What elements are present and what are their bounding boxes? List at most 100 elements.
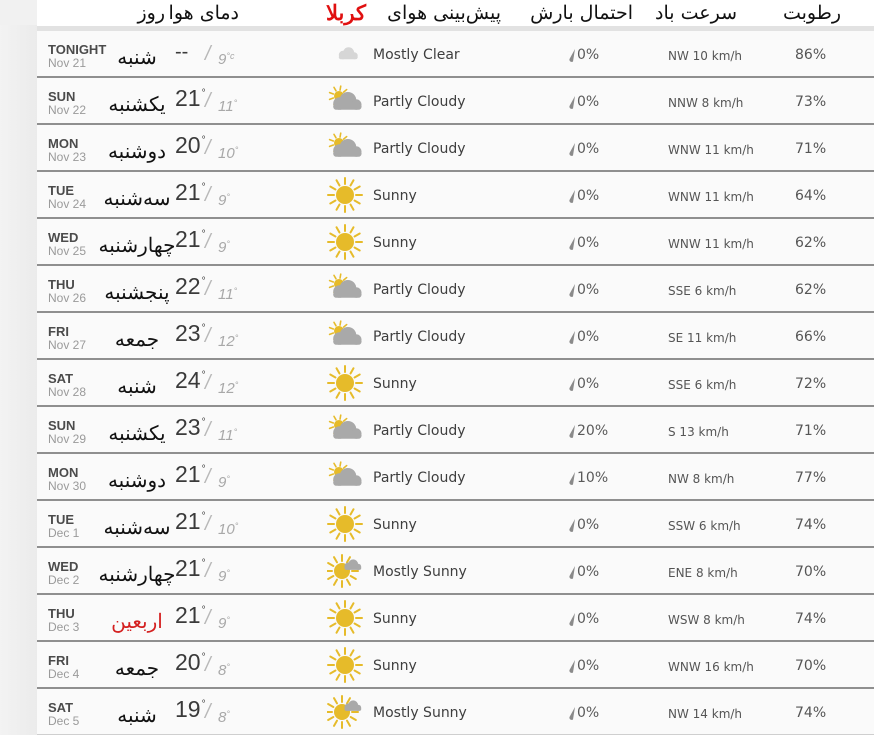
partly-cloudy-icon <box>327 318 363 354</box>
temp-separator: / <box>205 231 211 253</box>
forecast-row-11[interactable]: WED Dec 2 چهارشنبه 21° / 9° Mostly Sunny… <box>37 548 874 595</box>
low-temp: 11° <box>218 427 238 444</box>
raindrop-icon <box>568 236 576 250</box>
forecast-row-1[interactable]: SUN Nov 22 یکشنبه 21° / 11° Partly Cloud… <box>37 78 874 125</box>
degree-symbol: ° <box>234 380 239 390</box>
low-temp: 11° <box>218 286 238 303</box>
partly-cloudy-icon <box>327 83 363 119</box>
left-gutter <box>0 0 37 735</box>
high-temp: 21° <box>175 85 206 111</box>
forecast-row-4[interactable]: WED Nov 25 چهارشنبه 21° / 9° Sunny 0% WN… <box>37 219 874 266</box>
day-label: FRI <box>48 324 69 339</box>
wind-speed: NNW 8 km/h <box>668 96 744 110</box>
forecast-row-7[interactable]: SAT Nov 28 شنبه 24° / 12° Sunny 0% SSE 6… <box>37 360 874 407</box>
degree-symbol: ° <box>234 145 239 155</box>
degree-symbol: ° <box>226 615 230 625</box>
temp-separator: / <box>205 372 211 394</box>
precip-chance: 10% <box>577 470 609 486</box>
degree-symbol: ° <box>226 568 230 578</box>
raindrop-icon <box>568 48 576 62</box>
condition-label: Sunny <box>373 658 417 674</box>
sun-icon <box>327 365 363 401</box>
precip-chance: 0% <box>577 705 600 721</box>
high-temp: 21° <box>175 179 206 205</box>
precip-chance: 0% <box>577 658 600 674</box>
condition-label: Sunny <box>373 188 417 204</box>
wind-speed: WSW 8 km/h <box>668 613 745 627</box>
temp-separator: / <box>205 325 211 347</box>
high-temp: 20° <box>175 132 206 158</box>
degree-symbol: ° <box>226 239 230 249</box>
day-label: THU <box>48 606 75 621</box>
condition-label: Sunny <box>373 235 417 251</box>
wind-speed: WNW 11 km/h <box>668 237 754 251</box>
header-temperature: دمای هوا <box>168 2 239 24</box>
column-header: رطوبت سرعت باد احتمال بارش پیش‌بینی هوای… <box>37 0 874 31</box>
low-temp: 11° <box>218 98 238 115</box>
low-temp: 9° <box>218 239 230 256</box>
condition-label: Sunny <box>373 376 417 392</box>
raindrop-icon <box>568 518 576 532</box>
day-label: WED <box>48 230 79 245</box>
humidity: 73% <box>795 94 827 110</box>
precip-chance: 0% <box>577 235 600 251</box>
sun-icon <box>327 647 363 683</box>
high-temp: 23° <box>175 320 206 346</box>
forecast-table: TONIGHT Nov 21 شنبه -- / 9°c Mostly Clea… <box>37 31 874 735</box>
wind-speed: ENE 8 km/h <box>668 566 738 580</box>
forecast-row-3[interactable]: TUE Nov 24 سه‌شنبه 21° / 9° Sunny 0% WNW… <box>37 172 874 219</box>
condition-label: Partly Cloudy <box>373 423 466 439</box>
header-precip-chance: احتمال بارش <box>530 2 633 24</box>
sun-icon <box>327 600 363 636</box>
wind-speed: NW 10 km/h <box>668 49 743 63</box>
header-wind-speed: سرعت باد <box>655 2 737 24</box>
wind-speed: SSE 6 km/h <box>668 378 737 392</box>
degree-symbol: ° <box>233 98 238 108</box>
precip-chance: 0% <box>577 47 600 63</box>
forecast-row-10[interactable]: TUE Dec 1 سه‌شنبه 21° / 10° Sunny 0% SSW… <box>37 501 874 548</box>
precip-chance: 0% <box>577 282 600 298</box>
condition-label: Partly Cloudy <box>373 282 466 298</box>
temp-separator: / <box>205 43 211 65</box>
precip-chance: 0% <box>577 564 600 580</box>
forecast-row-2[interactable]: MON Nov 23 دوشنبه 20° / 10° Partly Cloud… <box>37 125 874 172</box>
high-temp: 20° <box>175 649 206 675</box>
day-label: THU <box>48 277 75 292</box>
degree-symbol: ° <box>226 709 230 719</box>
forecast-row-12[interactable]: THU Dec 3 اربعین 21° / 9° Sunny 0% WSW 8… <box>37 595 874 642</box>
high-temp: 21° <box>175 602 206 628</box>
humidity: 74% <box>795 517 827 533</box>
high-temp: 23° <box>175 414 206 440</box>
wind-speed: NW 8 km/h <box>668 472 735 486</box>
forecast-row-6[interactable]: FRI Nov 27 جمعه 23° / 12° Partly Cloudy … <box>37 313 874 360</box>
day-label: MON <box>48 136 79 151</box>
raindrop-icon <box>568 377 576 391</box>
wind-speed: SE 11 km/h <box>668 331 737 345</box>
condition-label: Partly Cloudy <box>373 141 466 157</box>
forecast-row-13[interactable]: FRI Dec 4 جمعه 20° / 8° Sunny 0% WNW 16 … <box>37 642 874 689</box>
temp-separator: / <box>205 137 211 159</box>
day-label: SUN <box>48 418 76 433</box>
moon-cloud-icon <box>327 36 363 72</box>
temp-separator: / <box>205 90 211 112</box>
forecast-row-5[interactable]: THU Nov 26 پنجشنبه 22° / 11° Partly Clou… <box>37 266 874 313</box>
day-label: FRI <box>48 653 69 668</box>
humidity: 66% <box>795 329 827 345</box>
forecast-row-8[interactable]: SUN Nov 29 یکشنبه 23° / 11° Partly Cloud… <box>37 407 874 454</box>
low-temp: 9° <box>218 474 230 491</box>
forecast-row-14[interactable]: SAT Dec 5 شنبه 19° / 8° Mostly Sunny 0% … <box>37 689 874 735</box>
precip-chance: 20% <box>577 423 609 439</box>
low-temp: 9° <box>218 615 230 632</box>
condition-label: Mostly Sunny <box>373 705 467 721</box>
raindrop-icon <box>568 471 576 485</box>
temp-separator: / <box>205 560 211 582</box>
high-temp: 21° <box>175 226 206 252</box>
partly-cloudy-icon <box>327 459 363 495</box>
humidity: 62% <box>795 235 827 251</box>
forecast-row-9[interactable]: MON Nov 30 دوشنبه 21° / 9° Partly Cloudy… <box>37 454 874 501</box>
wind-speed: WNW 11 km/h <box>668 190 754 204</box>
condition-label: Mostly Sunny <box>373 564 467 580</box>
forecast-row-0[interactable]: TONIGHT Nov 21 شنبه -- / 9°c Mostly Clea… <box>37 31 874 78</box>
wind-speed: WNW 11 km/h <box>668 143 754 157</box>
humidity: 64% <box>795 188 827 204</box>
